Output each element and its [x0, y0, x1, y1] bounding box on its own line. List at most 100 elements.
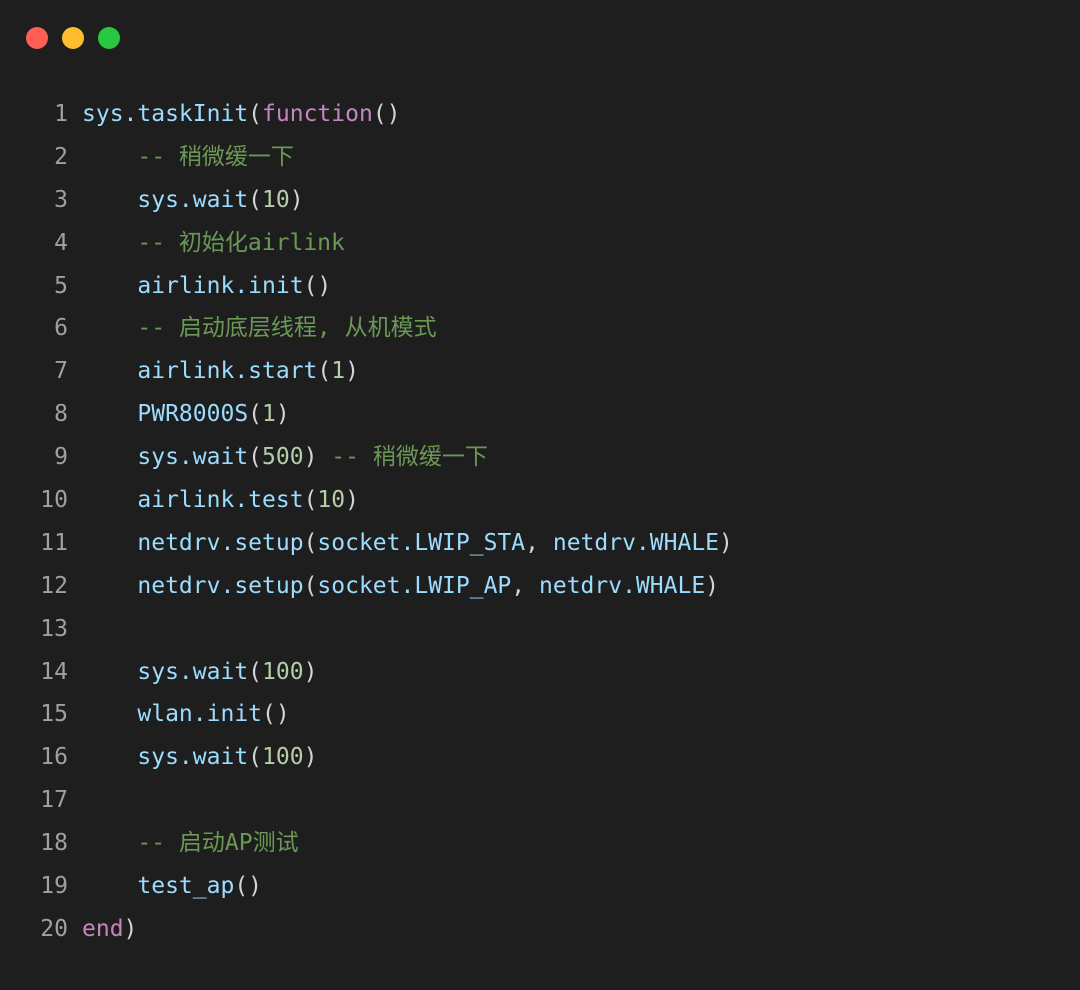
- code-line: 1 sys.taskInit(function(): [0, 93, 1080, 136]
- code-token-ident: sys.wait: [82, 444, 249, 471]
- code-token-ident: wlan.init: [82, 701, 263, 728]
- code-token-ident: sys.taskInit: [82, 101, 249, 127]
- line-source: airlink.start(1): [82, 350, 359, 393]
- code-line: 19 test_ap(): [0, 865, 1080, 908]
- code-token-ident: netdrv.WHALE: [552, 529, 720, 556]
- traffic-lights: [26, 27, 120, 49]
- code-line: 9 sys.wait(500) -- 稍微缓一下: [0, 436, 1080, 479]
- code-token-num: 10: [317, 487, 346, 514]
- line-source: sys.wait(500) -- 稍微缓一下: [82, 436, 488, 479]
- code-line: 13: [0, 608, 1080, 651]
- code-editor[interactable]: 1 sys.taskInit(function() 2 -- 稍微缓一下 3 sys.…: [0, 93, 1080, 951]
- code-token-comment: -- 稍微缓一下: [137, 143, 294, 170]
- close-window-button[interactable]: [26, 27, 48, 49]
- code-line: 10 airlink.test(10): [0, 479, 1080, 522]
- code-token-punc: (): [303, 272, 332, 299]
- code-token-ident: netdrv.setup: [82, 572, 304, 599]
- code-line: 20 end): [0, 908, 1080, 951]
- line-number: 3: [54, 186, 68, 213]
- code-token-ident: sys.wait: [82, 658, 249, 685]
- line-source: PWR8000S(1): [82, 393, 289, 436]
- code-line: 7 airlink.start(1): [0, 350, 1080, 393]
- code-line: 18 -- 启动AP测试: [0, 822, 1080, 865]
- code-token-ident: test_ap: [82, 873, 235, 900]
- code-token-num: 10: [262, 186, 290, 213]
- code-token-punc: (: [317, 358, 332, 385]
- code-line: 12 netdrv.setup(socket.LWIP_AP, netdrv.W…: [0, 565, 1080, 608]
- line-number: 9: [54, 444, 68, 471]
- line-number: 11: [40, 529, 68, 556]
- code-line: 5 airlink.init(): [0, 265, 1080, 308]
- code-token-punc: (: [248, 658, 263, 685]
- code-token-punc: (: [303, 529, 318, 556]
- code-token-comment: -- 初始化airlink: [137, 229, 345, 256]
- code-token-ident: [82, 830, 137, 856]
- code-token-punc: ): [123, 915, 138, 942]
- code-token-punc: (): [234, 873, 263, 900]
- code-token-punc: ): [303, 444, 332, 471]
- code-token-punc: ): [705, 572, 720, 599]
- line-number: 14: [40, 658, 68, 685]
- code-token-punc: (: [303, 572, 318, 599]
- code-line: 2 -- 稍微缓一下: [0, 136, 1080, 179]
- code-token-punc: ): [303, 658, 318, 685]
- line-number: 2: [54, 143, 68, 170]
- line-number: 19: [40, 873, 68, 900]
- code-line: 17: [0, 779, 1080, 822]
- code-token-punc: ): [719, 529, 733, 556]
- code-line: 6 -- 启动底层线程, 从机模式: [0, 307, 1080, 350]
- line-source: netdrv.setup(socket.LWIP_STA, netdrv.WHA…: [82, 522, 733, 565]
- line-source: netdrv.setup(socket.LWIP_AP, netdrv.WHAL…: [82, 565, 719, 608]
- code-token-num: 100: [262, 658, 304, 685]
- line-number: 6: [54, 315, 68, 342]
- code-line: 11 netdrv.setup(socket.LWIP_STA, netdrv.…: [0, 522, 1080, 565]
- code-line: 14 sys.wait(100): [0, 651, 1080, 694]
- code-token-comment: -- 启动AP测试: [137, 830, 299, 857]
- code-line: 15 wlan.init(): [0, 693, 1080, 736]
- line-source: -- 启动底层线程, 从机模式: [82, 307, 437, 350]
- code-token-ident: airlink.start: [82, 358, 318, 385]
- line-source: airlink.init(): [82, 265, 331, 308]
- code-line: 4 -- 初始化airlink: [0, 222, 1080, 265]
- line-source: sys.wait(100): [82, 736, 317, 779]
- code-token-ident: sys.wait: [82, 186, 249, 213]
- code-token-ident: socket.LWIP_STA: [317, 529, 526, 556]
- code-token-punc: ,: [525, 529, 553, 556]
- code-token-ident: airlink.test: [82, 487, 304, 514]
- code-token-comment: -- 启动底层线程, 从机模式: [137, 315, 437, 342]
- line-number: 12: [40, 572, 68, 599]
- code-token-ident: socket.LWIP_AP: [317, 572, 512, 599]
- code-token-punc: (: [303, 487, 318, 514]
- line-source: sys.taskInit(function(): [82, 93, 401, 136]
- code-token-ident: [82, 230, 137, 256]
- line-number: 15: [40, 701, 68, 728]
- code-token-num: 500: [262, 444, 304, 471]
- code-token-kw: function: [262, 101, 373, 127]
- code-token-ident: PWR8000S: [82, 401, 249, 428]
- line-number: 7: [54, 358, 68, 385]
- code-token-punc: (: [248, 401, 263, 428]
- code-token-num: 1: [262, 401, 276, 428]
- line-source: -- 初始化airlink: [82, 222, 345, 265]
- code-token-punc: (: [248, 444, 263, 471]
- code-token-punc: ): [303, 744, 318, 771]
- line-number: 18: [40, 830, 68, 857]
- line-number: 5: [54, 272, 68, 299]
- code-token-ident: sys.wait: [82, 744, 249, 771]
- line-number: 8: [54, 401, 68, 428]
- code-token-comment: -- 稍微缓一下: [331, 444, 488, 471]
- code-line: 16 sys.wait(100): [0, 736, 1080, 779]
- code-line: 8 PWR8000S(1): [0, 393, 1080, 436]
- code-window: 1 sys.taskInit(function() 2 -- 稍微缓一下 3 sys.…: [0, 0, 1080, 990]
- code-token-kw: end: [82, 915, 124, 942]
- minimize-window-button[interactable]: [62, 27, 84, 49]
- line-number: 17: [40, 787, 68, 814]
- line-number: 16: [40, 744, 68, 771]
- line-number: 10: [40, 487, 68, 514]
- line-source: sys.wait(100): [82, 651, 317, 694]
- zoom-window-button[interactable]: [98, 27, 120, 49]
- line-source: wlan.init(): [82, 693, 289, 736]
- code-token-ident: [82, 144, 137, 170]
- code-token-punc: (: [248, 101, 263, 127]
- code-token-punc: ): [345, 487, 359, 514]
